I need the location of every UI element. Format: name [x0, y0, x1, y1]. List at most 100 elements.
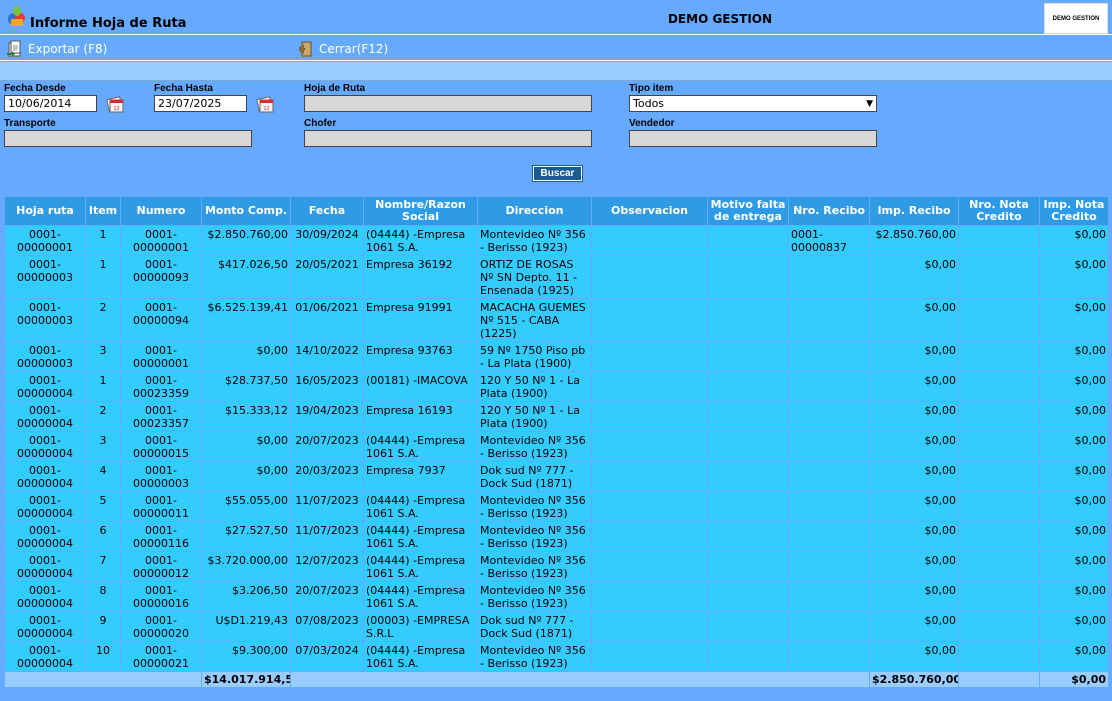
close-icon	[299, 41, 312, 57]
cell-motivo	[707, 255, 789, 299]
cell-numero: 0001-00000020	[120, 611, 202, 642]
cell-nro-nota-credito	[958, 461, 1040, 492]
table-row[interactable]: 0001-00000004 4 0001-00000003 $0,00 20/03/20…	[4, 461, 1109, 492]
close-label: Cerrar(F12)	[319, 42, 389, 56]
cell-numero: 0001-00023357	[120, 401, 202, 432]
cell-observacion	[591, 341, 708, 372]
cell-nro-recibo	[788, 521, 870, 552]
cell-numero: 0001-00000094	[120, 298, 202, 342]
close-button[interactable]: Cerrar(F12)	[297, 39, 388, 59]
cell-fecha: 12/07/2023	[290, 551, 364, 582]
cell-observacion	[591, 551, 708, 582]
cell-imp-recibo: $0,00	[869, 611, 959, 642]
table-row[interactable]: 0001-00000003 1 0001-00000093 $417.026,50 20…	[4, 255, 1109, 299]
cell-fecha: 07/08/2023	[290, 611, 364, 642]
cell-hoja-ruta: 0001-00000003	[4, 298, 86, 342]
cell-fecha: 01/06/2021	[290, 298, 364, 342]
buscar-button[interactable]: Buscar	[532, 165, 583, 182]
cell-motivo	[707, 225, 789, 256]
cell-hoja-ruta: 0001-00000003	[4, 341, 86, 372]
cell-imp-recibo: $0,00	[869, 521, 959, 552]
table-row[interactable]: 0001-00000003 2 0001-00000094 $6.525.139,41…	[4, 298, 1109, 342]
cell-item: 3	[85, 431, 121, 462]
cell-imp-nota-credito: $0,00	[1039, 401, 1109, 432]
cell-monto-comp: $0,00	[201, 341, 291, 372]
cell-hoja-ruta: 0001-00000004	[4, 581, 86, 612]
cell-observacion	[591, 401, 708, 432]
fecha-desde-input[interactable]: 10/06/2014	[4, 95, 97, 112]
table-row[interactable]: 0001-00000004 7 0001-00000012 $3.720.000,00…	[4, 551, 1109, 582]
cell-direccion: Dok sud Nº 777 - Dock Sud (1871)	[477, 461, 592, 492]
cell-fecha: 20/07/2023	[290, 581, 364, 612]
cell-nro-recibo	[788, 551, 870, 582]
table-row[interactable]: 0001-00000004 9 0001-00000020 U$D1.219,43 07…	[4, 611, 1109, 642]
table-row[interactable]: 0001-00000004 3 0001-00000015 $0,00 20/07/20…	[4, 431, 1109, 462]
cell-motivo	[707, 401, 789, 432]
cell-imp-nota-credito: $0,00	[1039, 641, 1109, 672]
fecha-hasta-input[interactable]: 23/07/2025	[154, 95, 247, 112]
calendar-icon[interactable]: 12	[256, 95, 274, 113]
chofer-label: Chofer	[304, 118, 337, 129]
cell-nro-nota-credito	[958, 491, 1040, 522]
cell-hoja-ruta: 0001-00000003	[4, 255, 86, 299]
cell-numero: 0001-00000003	[120, 461, 202, 492]
cell-hoja-ruta: 0001-00000004	[4, 431, 86, 462]
cell-item: 1	[85, 371, 121, 402]
cell-razon-social: (00181) -IMACOVA	[363, 371, 478, 402]
cell-fecha: 19/04/2023	[290, 401, 364, 432]
cell-observacion	[591, 641, 708, 672]
cell-monto-comp: $3.206,50	[201, 581, 291, 612]
cell-item: 4	[85, 461, 121, 492]
cell-numero: 0001-00000093	[120, 255, 202, 299]
cell-motivo	[707, 371, 789, 402]
cell-observacion	[591, 371, 708, 402]
column-header-observacion: Observacion	[591, 196, 708, 226]
vendedor-input[interactable]	[629, 130, 877, 147]
table-row[interactable]: 0001-00000003 3 0001-00000001 $0,00 14/10/20…	[4, 341, 1109, 372]
column-header-fecha: Fecha	[290, 196, 364, 226]
table-row[interactable]: 0001-00000004 6 0001-00000116 $27.527,50 11/…	[4, 521, 1109, 552]
cell-observacion	[591, 225, 708, 256]
export-button[interactable]: Exportar (F8)	[6, 39, 107, 59]
cell-item: 1	[85, 255, 121, 299]
cell-motivo	[707, 341, 789, 372]
cell-nro-recibo	[788, 401, 870, 432]
chofer-input[interactable]	[304, 130, 592, 147]
cell-numero: 0001-00000116	[120, 521, 202, 552]
cell-monto-comp: $0,00	[201, 461, 291, 492]
cell-hoja-ruta: 0001-00000004	[4, 461, 86, 492]
table-row[interactable]: 0001-00000004 8 0001-00000016 $3.206,50 20/0…	[4, 581, 1109, 612]
cell-imp-recibo: $2.850.760,00	[869, 225, 959, 256]
cell-direccion: Montevideo Nº 356 - Berisso (1923)	[477, 521, 592, 552]
cell-monto-comp: U$D1.219,43	[201, 611, 291, 642]
cell-direccion: MACACHA GUEMES Nº 515 - CABA (1225)	[477, 298, 592, 342]
cell-numero: 0001-00000011	[120, 491, 202, 522]
cell-nro-recibo	[788, 641, 870, 672]
cell-motivo	[707, 521, 789, 552]
cell-observacion	[591, 298, 708, 342]
cell-fecha: 11/07/2023	[290, 521, 364, 552]
transporte-input[interactable]	[4, 130, 252, 147]
column-header-nro-nota-credito: Nro. Nota Credito	[958, 196, 1040, 226]
cell-direccion: Dok sud Nº 777 - Dock Sud (1871)	[477, 611, 592, 642]
cell-razon-social: Empresa 93763	[363, 341, 478, 372]
cell-razon-social: Empresa 91991	[363, 298, 478, 342]
table-row[interactable]: 0001-00000001 1 0001-00000001 $2.850.760,00…	[4, 225, 1109, 256]
cell-numero: 0001-00000001	[120, 341, 202, 372]
svg-text:12: 12	[263, 106, 269, 112]
table-row[interactable]: 0001-00000004 5 0001-00000011 $55.055,00 11/…	[4, 491, 1109, 522]
cell-nro-recibo	[788, 611, 870, 642]
column-header-imp-nota-credito: Imp. Nota Credito	[1039, 196, 1109, 226]
cell-numero: 0001-00000015	[120, 431, 202, 462]
cell-direccion: Montevideo Nº 356 - Berisso (1923)	[477, 551, 592, 582]
cell-nro-recibo	[788, 255, 870, 299]
tipo-item-select[interactable]: Todos ▼	[629, 95, 877, 112]
cell-razon-social: (04444) -Empresa 1061 S.A.	[363, 581, 478, 612]
hoja-ruta-input[interactable]	[304, 95, 592, 112]
totals-spacer	[290, 671, 870, 688]
table-row[interactable]: 0001-00000004 10 0001-00000021 $9.300,00 07/…	[4, 641, 1109, 672]
table-row[interactable]: 0001-00000004 1 0001-00023359 $28.737,50 16/…	[4, 371, 1109, 402]
page-title: Informe Hoja de Ruta	[30, 16, 187, 31]
table-row[interactable]: 0001-00000004 2 0001-00023357 $15.333,12 19/…	[4, 401, 1109, 432]
calendar-icon[interactable]: 12	[106, 95, 124, 113]
